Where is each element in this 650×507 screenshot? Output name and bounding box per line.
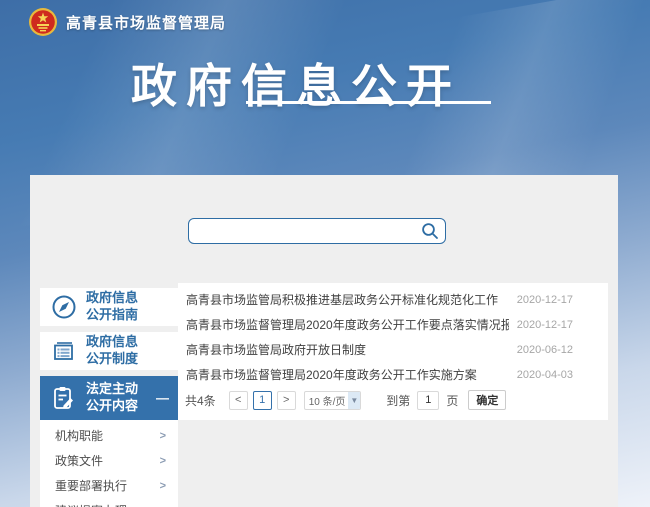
label-line: 公开指南 — [86, 307, 138, 324]
sidebar-item-label: 政府信息 公开制度 — [86, 334, 138, 368]
sidebar-subitem-organization-functions[interactable]: 机构职能 > — [40, 423, 178, 448]
national-emblem-icon — [28, 7, 58, 37]
banner-title-underline — [246, 101, 491, 104]
site-header: 高青县市场监督管理局 — [28, 7, 226, 37]
label-line: 公开制度 — [86, 351, 138, 368]
collapse-dash-icon[interactable]: — — [156, 391, 169, 406]
document-list-icon — [51, 338, 77, 364]
sidebar-item-disclosure-guide[interactable]: 政府信息 公开指南 — [40, 288, 178, 326]
main-panel: 政府信息 公开指南 — [30, 175, 618, 507]
sidebar: 政府信息 公开指南 — [40, 288, 178, 507]
pagination: 共4条 < 1 > 10 条/页 ▼ 到第 页 确定 — [178, 390, 608, 410]
label-line: 政府信息 — [86, 290, 138, 307]
page-size-value: 10 条/页 — [309, 393, 346, 408]
sidebar-item-label: 法定主动 公开内容 — [86, 381, 138, 415]
sidebar-subitem-proposal-handling[interactable]: 建议提案办理 > — [40, 498, 178, 507]
chevron-right-icon: > — [160, 480, 166, 492]
dropdown-caret-icon: ▼ — [348, 392, 360, 409]
compass-icon — [51, 294, 77, 320]
agency-name: 高青县市场监督管理局 — [66, 12, 226, 33]
page: 高青县市场监督管理局 政府信息公开 — [0, 0, 650, 507]
search-input[interactable] — [188, 218, 446, 244]
sidebar-item-label: 政府信息 公开指南 — [86, 290, 138, 324]
list-item-title[interactable]: 高青县市场监管局政府开放日制度 — [186, 341, 366, 358]
chevron-right-icon: > — [160, 455, 166, 467]
sidebar-subitem-policy-documents[interactable]: 政策文件 > — [40, 448, 178, 473]
next-page-button[interactable]: > — [277, 391, 296, 410]
sidebar-subitem-deployment-execution[interactable]: 重要部署执行 > — [40, 473, 178, 498]
list-item-date: 2020-06-12 — [517, 344, 573, 356]
label-line: 法定主动 — [86, 381, 138, 398]
list-item[interactable]: 高青县市场监督管理局2020年度政务公开工作要点落实情况报告 2020-12-1… — [178, 312, 608, 337]
subitem-label: 政策文件 — [55, 452, 103, 469]
sidebar-submenu: 机构职能 > 政策文件 > 重要部署执行 > 建议提案办理 > — [40, 420, 178, 507]
sidebar-item-proactive-disclosure[interactable]: 法定主动 公开内容 — — [40, 376, 178, 420]
label-line: 政府信息 — [86, 334, 138, 351]
search-box — [188, 218, 446, 244]
clipboard-pen-icon — [51, 385, 77, 411]
page-unit-label: 页 — [446, 392, 458, 409]
current-page-button[interactable]: 1 — [253, 391, 272, 410]
subitem-label: 重要部署执行 — [55, 477, 127, 494]
list-item[interactable]: 高青县市场监管局政府开放日制度 2020-06-12 — [178, 337, 608, 362]
search-icon[interactable] — [421, 222, 439, 240]
goto-page-label: 到第 — [386, 392, 410, 409]
chevron-right-icon: > — [160, 430, 166, 442]
list-item-title[interactable]: 高青县市场监督管理局2020年度政务公开工作要点落实情况报告 — [186, 316, 509, 333]
page-size-select[interactable]: 10 条/页 ▼ — [304, 391, 362, 410]
banner-title: 政府信息公开 — [131, 50, 461, 116]
confirm-button[interactable]: 确定 — [468, 390, 506, 410]
prev-page-button[interactable]: < — [229, 391, 248, 410]
list-item-title[interactable]: 高青县市场监督管理局2020年度政务公开工作实施方案 — [186, 366, 477, 383]
subitem-label: 建议提案办理 — [55, 502, 127, 507]
label-line: 公开内容 — [86, 398, 138, 415]
list-item[interactable]: 高青县市场监督管理局2020年度政务公开工作实施方案 2020-04-03 — [178, 362, 608, 387]
news-list-panel: 高青县市场监管局积极推进基层政务公开标准化规范化工作 2020-12-17 高青… — [178, 283, 608, 420]
list-item-title[interactable]: 高青县市场监管局积极推进基层政务公开标准化规范化工作 — [186, 291, 498, 308]
list-item[interactable]: 高青县市场监管局积极推进基层政务公开标准化规范化工作 2020-12-17 — [178, 287, 608, 312]
pagination-total: 共4条 — [185, 392, 216, 409]
sidebar-item-disclosure-system[interactable]: 政府信息 公开制度 — [40, 332, 178, 370]
list-item-date: 2020-12-17 — [517, 294, 573, 306]
list-item-date: 2020-12-17 — [517, 319, 573, 331]
list-item-date: 2020-04-03 — [517, 369, 573, 381]
subitem-label: 机构职能 — [55, 427, 103, 444]
goto-page-input[interactable] — [417, 391, 439, 410]
